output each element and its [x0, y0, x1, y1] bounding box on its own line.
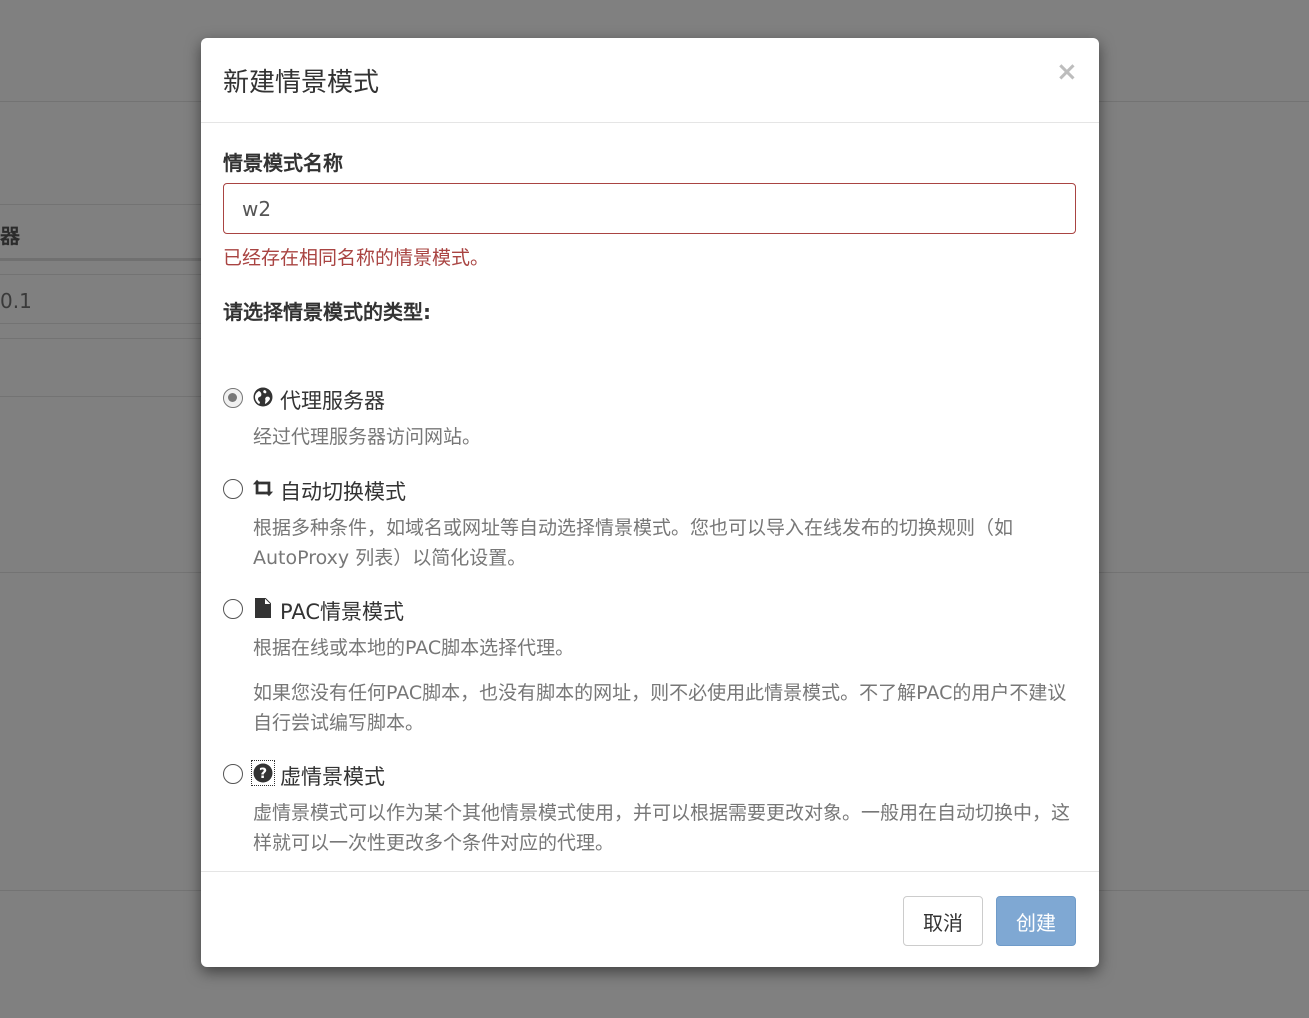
option-pac[interactable]: PAC情景模式 根据在线或本地的PAC脚本选择代理。 如果您没有任何PAC脚本，… [223, 596, 1076, 746]
close-button[interactable]: × [1056, 58, 1078, 86]
globe-icon [252, 385, 274, 409]
pac-description: 根据在线或本地的PAC脚本选择代理。 [253, 637, 575, 659]
option-proxy-server[interactable]: 代理服务器 经过代理服务器访问网站。 [223, 385, 1076, 455]
virtual-radio[interactable] [223, 764, 243, 784]
bg-divider [0, 204, 201, 205]
virtual-title: 虚情景模式 [280, 765, 385, 789]
bg-divider [0, 396, 201, 397]
profile-type-label: 请选择情景模式的类型: [223, 300, 431, 324]
pac-title: PAC情景模式 [280, 600, 404, 624]
bg-divider [0, 274, 201, 275]
virtual-description: 虚情景模式可以作为某个其他情景模式使用，并可以根据需要更改对象。一般用在自动切换… [253, 802, 1071, 854]
name-error-message: 已经存在相同名称的情景模式。 [223, 247, 490, 269]
bg-divider [0, 323, 201, 324]
new-profile-dialog: 新建情景模式 × 情景模式名称 已经存在相同名称的情景模式。 请选择情景模式的类… [201, 38, 1099, 967]
pac-warning: 如果您没有任何PAC脚本，也没有脚本的网址，则不必使用此情景模式。不了解PAC的… [253, 682, 1067, 734]
question-circle-icon: ? [251, 760, 275, 786]
pac-radio[interactable] [223, 599, 243, 619]
auto-switch-radio[interactable] [223, 479, 243, 499]
create-button[interactable]: 创建 [996, 896, 1076, 946]
proxy-server-description: 经过代理服务器访问网站。 [253, 426, 482, 448]
proxy-server-radio[interactable] [223, 388, 243, 408]
auto-switch-title: 自动切换模式 [280, 480, 406, 504]
auto-switch-description: 根据多种条件，如域名或网址等自动选择情景模式。您也可以导入在线发布的切换规则（如… [253, 517, 1014, 569]
retweet-icon [252, 476, 274, 500]
bg-column-header: 器 [0, 224, 20, 248]
bg-divider [0, 258, 201, 261]
file-icon [252, 596, 274, 620]
option-virtual[interactable]: ? 虚情景模式 虚情景模式可以作为某个其他情景模式使用，并可以根据需要更改对象。… [223, 760, 1076, 861]
dialog-footer: 取消 创建 [201, 871, 1099, 967]
dialog-header: 新建情景模式 × [201, 38, 1099, 123]
profile-name-input[interactable] [223, 183, 1076, 234]
dialog-title: 新建情景模式 [223, 68, 380, 98]
option-auto-switch[interactable]: 自动切换模式 根据多种条件，如域名或网址等自动选择情景模式。您也可以导入在线发布… [223, 476, 1076, 576]
bg-divider [0, 338, 201, 339]
proxy-server-title: 代理服务器 [280, 389, 385, 413]
svg-text:?: ? [259, 766, 267, 782]
bg-cell-value: 0.1 [0, 289, 32, 313]
profile-name-label: 情景模式名称 [223, 151, 343, 175]
cancel-button[interactable]: 取消 [903, 896, 983, 946]
